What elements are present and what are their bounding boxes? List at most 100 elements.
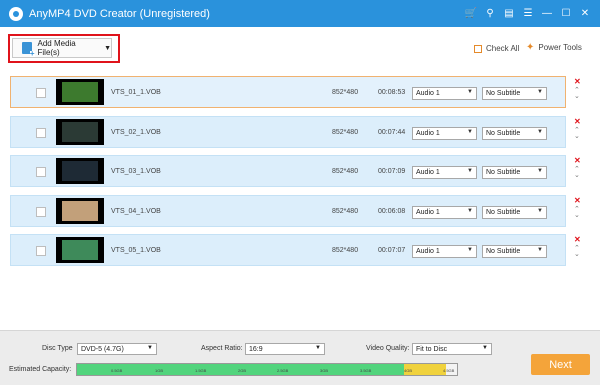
file-resolution: 852*480 <box>332 247 359 254</box>
file-name: VTS_01_1.VOB <box>111 89 161 96</box>
capacity-bar: 0.5GB 1GB 1.5GB 2GB 2.5GB 3GB 3.5GB 4GB … <box>76 363 458 376</box>
row-checkbox[interactable] <box>36 167 46 177</box>
check-all-label: Check All <box>486 44 520 53</box>
subtitle-value: No Subtitle <box>486 90 521 97</box>
file-row[interactable]: VTS_05_1.VOB 852*480 00:07:07 Audio 1 ▼ N… <box>10 234 566 266</box>
file-row[interactable]: VTS_02_1.VOB 852*480 00:07:44 Audio 1 ▼ N… <box>10 116 566 148</box>
power-tools-label: Power Tools <box>538 43 582 52</box>
chevron-down-icon: ▼ <box>537 168 543 174</box>
next-button[interactable]: Next <box>531 354 590 375</box>
window-controls: 🛒 ⚲ ▤ ☰ — ☐ ✕ <box>461 0 594 27</box>
video-thumbnail[interactable] <box>56 79 104 105</box>
power-tools-button[interactable]: ✦ Power Tools <box>526 42 582 53</box>
reorder-icon[interactable]: ⌃ ⌄ <box>574 245 580 258</box>
subtitle-select[interactable]: No Subtitle ▼ <box>482 245 547 258</box>
file-resolution: 852*480 <box>332 168 359 175</box>
row-checkbox[interactable] <box>36 246 46 256</box>
audio-track-select[interactable]: Audio 1 ▼ <box>412 166 477 179</box>
minimize-icon[interactable]: — <box>538 5 556 23</box>
audio-track-value: Audio 1 <box>416 209 440 216</box>
key-icon[interactable]: ⚲ <box>481 5 499 23</box>
estimated-capacity-label: Estimated Capacity: <box>9 366 72 373</box>
chevron-down-icon: ▼ <box>467 168 473 174</box>
row-checkbox[interactable] <box>36 207 46 217</box>
audio-track-value: Audio 1 <box>416 130 440 137</box>
video-thumbnail[interactable] <box>56 119 104 145</box>
file-duration: 00:06:08 <box>378 208 406 215</box>
menu-icon[interactable]: ☰ <box>519 5 537 23</box>
audio-track-select[interactable]: Audio 1 ▼ <box>412 206 477 219</box>
audio-track-value: Audio 1 <box>416 169 440 176</box>
cart-icon[interactable]: 🛒 <box>462 5 480 23</box>
subtitle-select[interactable]: No Subtitle ▼ <box>482 206 547 219</box>
subtitle-value: No Subtitle <box>486 130 521 137</box>
file-duration: 00:08:53 <box>378 89 406 96</box>
file-row[interactable]: VTS_01_1.VOB 852*480 00:08:53 Audio 1 ▼ N… <box>10 76 566 108</box>
chevron-down-icon: ▼ <box>467 89 473 95</box>
disc-type-label: Disc Type <box>42 345 73 352</box>
file-list: VTS_01_1.VOB 852*480 00:08:53 Audio 1 ▼ N… <box>0 71 600 328</box>
aspect-ratio-label: Aspect Ratio: <box>201 345 243 352</box>
chevron-down-icon: ▼ <box>537 129 543 135</box>
chevron-down-icon: ▼ <box>467 247 473 253</box>
capacity-tick: 1.5GB <box>195 368 207 373</box>
audio-track-select[interactable]: Audio 1 ▼ <box>412 87 477 100</box>
capacity-tick: 2.5GB <box>277 368 289 373</box>
capacity-tick: 4.5GB <box>443 368 455 373</box>
wrench-icon: ✦ <box>526 42 535 53</box>
reorder-icon[interactable]: ⌃ ⌄ <box>574 206 580 219</box>
video-thumbnail[interactable] <box>56 158 104 184</box>
file-name: VTS_05_1.VOB <box>111 247 161 254</box>
subtitle-value: No Subtitle <box>486 209 521 216</box>
app-logo-icon <box>9 6 23 21</box>
remove-row-icon[interactable]: ✕ <box>574 156 581 165</box>
chevron-down-icon: ▼ <box>537 89 543 95</box>
video-thumbnail[interactable] <box>56 198 104 224</box>
chevron-down-icon: ▼ <box>315 345 321 351</box>
close-icon[interactable]: ✕ <box>576 5 594 23</box>
chevron-down-icon: ▼ <box>537 208 543 214</box>
thumbnail-image <box>62 240 98 260</box>
file-duration: 00:07:44 <box>378 129 406 136</box>
remove-row-icon[interactable]: ✕ <box>574 235 581 244</box>
highlight-annotation <box>8 34 120 63</box>
file-row[interactable]: VTS_03_1.VOB 852*480 00:07:09 Audio 1 ▼ N… <box>10 155 566 187</box>
file-resolution: 852*480 <box>332 89 359 96</box>
thumbnail-image <box>62 161 98 181</box>
check-all-toggle[interactable]: Check All <box>474 44 519 53</box>
maximize-icon[interactable]: ☐ <box>557 5 575 23</box>
aspect-ratio-select[interactable]: 16:9 ▼ <box>245 343 325 355</box>
check-all-checkbox[interactable] <box>474 44 482 53</box>
video-quality-value: Fit to Disc <box>416 345 448 353</box>
audio-track-select[interactable]: Audio 1 ▼ <box>412 245 477 258</box>
title-bar: AnyMP4 DVD Creator (Unregistered) 🛒 ⚲ ▤ … <box>0 0 600 27</box>
chevron-down-icon: ▼ <box>147 345 153 351</box>
feedback-icon[interactable]: ▤ <box>500 5 518 23</box>
audio-track-value: Audio 1 <box>416 90 440 97</box>
capacity-tick: 2GB <box>238 368 247 373</box>
video-quality-select[interactable]: Fit to Disc ▼ <box>412 343 492 355</box>
remove-row-icon[interactable]: ✕ <box>574 77 581 86</box>
chevron-down-icon: ▼ <box>482 345 488 351</box>
subtitle-select[interactable]: No Subtitle ▼ <box>482 166 547 179</box>
audio-track-select[interactable]: Audio 1 ▼ <box>412 127 477 140</box>
file-resolution: 852*480 <box>332 208 359 215</box>
reorder-icon[interactable]: ⌃ ⌄ <box>574 127 580 140</box>
remove-row-icon[interactable]: ✕ <box>574 196 581 205</box>
video-thumbnail[interactable] <box>56 237 104 263</box>
file-duration: 00:07:09 <box>378 168 406 175</box>
reorder-icon[interactable]: ⌃ ⌄ <box>574 166 580 179</box>
disc-type-select[interactable]: DVD-5 (4.7G) ▼ <box>77 343 157 355</box>
app-title: AnyMP4 DVD Creator (Unregistered) <box>29 7 210 20</box>
thumbnail-image <box>62 122 98 142</box>
row-checkbox[interactable] <box>36 128 46 138</box>
subtitle-select[interactable]: No Subtitle ▼ <box>482 87 547 100</box>
file-name: VTS_03_1.VOB <box>111 168 161 175</box>
reorder-icon[interactable]: ⌃ ⌄ <box>574 87 580 100</box>
file-row[interactable]: VTS_04_1.VOB 852*480 00:06:08 Audio 1 ▼ N… <box>10 195 566 227</box>
remove-row-icon[interactable]: ✕ <box>574 117 581 126</box>
subtitle-select[interactable]: No Subtitle ▼ <box>482 127 547 140</box>
row-checkbox[interactable] <box>36 88 46 98</box>
capacity-tick: 3.5GB <box>360 368 372 373</box>
disc-type-value: DVD-5 (4.7G) <box>81 345 124 353</box>
